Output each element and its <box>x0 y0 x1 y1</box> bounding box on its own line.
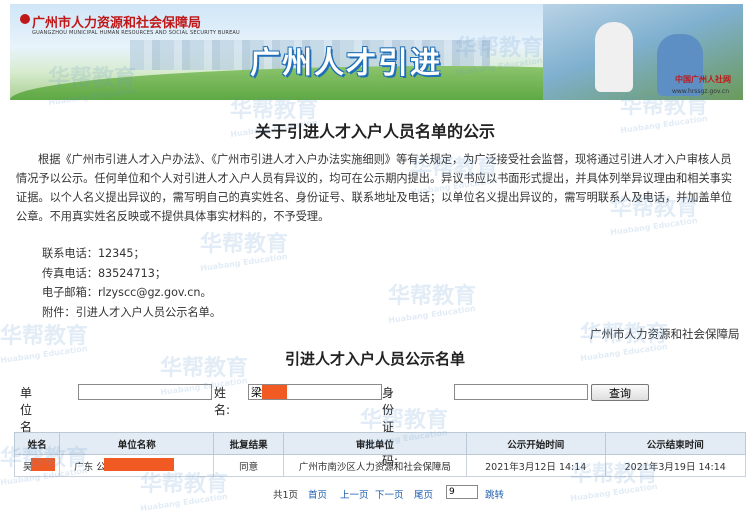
cell-result: 同意 <box>213 454 284 477</box>
redaction-mark <box>262 385 287 399</box>
cell-name: 吴 <box>13 454 61 477</box>
column-header-approver: 审批单位 <box>282 432 467 455</box>
person-name-label: 姓名: <box>214 386 231 417</box>
next-page-link[interactable]: 下一页 <box>375 487 404 501</box>
column-header-start-time: 公示开始时间 <box>465 432 606 455</box>
column-header-name: 姓名 <box>13 432 61 455</box>
cell-end-time: 2021年3月19日 14:14 <box>604 454 746 477</box>
attachment-note: 附件：引进人才入户人员公示名单。 <box>42 305 222 319</box>
last-page-link[interactable]: 尾页 <box>414 487 433 501</box>
watermark: 华帮教育Huabang Education <box>387 284 477 326</box>
contact-info: 联系电话：12345； 传真电话：83524713； 电子邮箱：rlzyscc@… <box>42 244 221 322</box>
cell-approver: 广州市南沙区人力资源和社会保障局 <box>282 454 467 477</box>
id-number-input[interactable] <box>454 384 588 400</box>
prev-page-link[interactable]: 上一页 <box>340 487 369 501</box>
page-total: 共1页 <box>273 490 299 501</box>
cell-unit: 广东 公司 <box>59 454 215 477</box>
notice-body: 根据《广州市引进人才入户办法》、《广州市引进人才入户办法实施细则》等有关规定，为… <box>16 153 733 223</box>
banner-person-figure <box>657 34 703 96</box>
contact-fax: 传真电话：83524713； <box>42 266 167 280</box>
column-header-result: 批复结果 <box>213 432 284 455</box>
notice-signature: 广州市人力资源和社会保障局 <box>590 327 740 341</box>
contact-phone: 联系电话：12345； <box>42 247 145 260</box>
go-page-button[interactable]: 跳转 <box>485 487 504 501</box>
bureau-name-en: GUANGZHOU MUNICIPAL HUMAN RESOURCES AND … <box>32 30 240 36</box>
first-page-link[interactable]: 首页 <box>308 487 327 501</box>
column-header-end-time: 公示结束时间 <box>604 432 746 455</box>
cell-start-time: 2021年3月12日 14:14 <box>465 454 606 477</box>
list-title: 引进人才入户人员公示名单 <box>284 350 465 368</box>
table-row: 吴 广东 公司 同意 广州市南沙区人力资源和社会保障局 2021年3月12日 1… <box>13 454 746 477</box>
page-number-input[interactable] <box>446 485 478 499</box>
query-button[interactable]: 查询 <box>591 384 649 401</box>
site-logo[interactable]: 中国广州人社网 <box>675 74 731 85</box>
header-banner: 广州市人力资源和社会保障局 GUANGZHOU MUNICIPAL HUMAN … <box>10 4 743 100</box>
unit-name-input[interactable] <box>78 384 212 400</box>
notice-title: 关于引进人才入户人员名单的公示 <box>254 122 495 141</box>
banner-photo <box>543 4 743 100</box>
column-header-unit: 单位名称 <box>59 432 215 455</box>
bureau-logo-icon <box>20 14 30 24</box>
banner-title: 广州人才引进 <box>250 46 442 81</box>
bureau-name: 广州市人力资源和社会保障局 <box>32 16 202 31</box>
redaction-mark <box>31 458 55 471</box>
banner-person-figure <box>595 22 633 92</box>
site-url[interactable]: www.hrssgz.gov.cn <box>672 88 729 95</box>
redaction-mark <box>104 458 175 471</box>
table-header-row: 姓名 单位名称 批复结果 审批单位 公示开始时间 公示结束时间 <box>13 432 746 455</box>
results-table: 姓名 单位名称 批复结果 审批单位 公示开始时间 公示结束时间 吴 广东 公司 … <box>13 432 746 477</box>
contact-email: 电子邮箱：rlzyscc@gz.gov.cn。 <box>42 286 212 299</box>
